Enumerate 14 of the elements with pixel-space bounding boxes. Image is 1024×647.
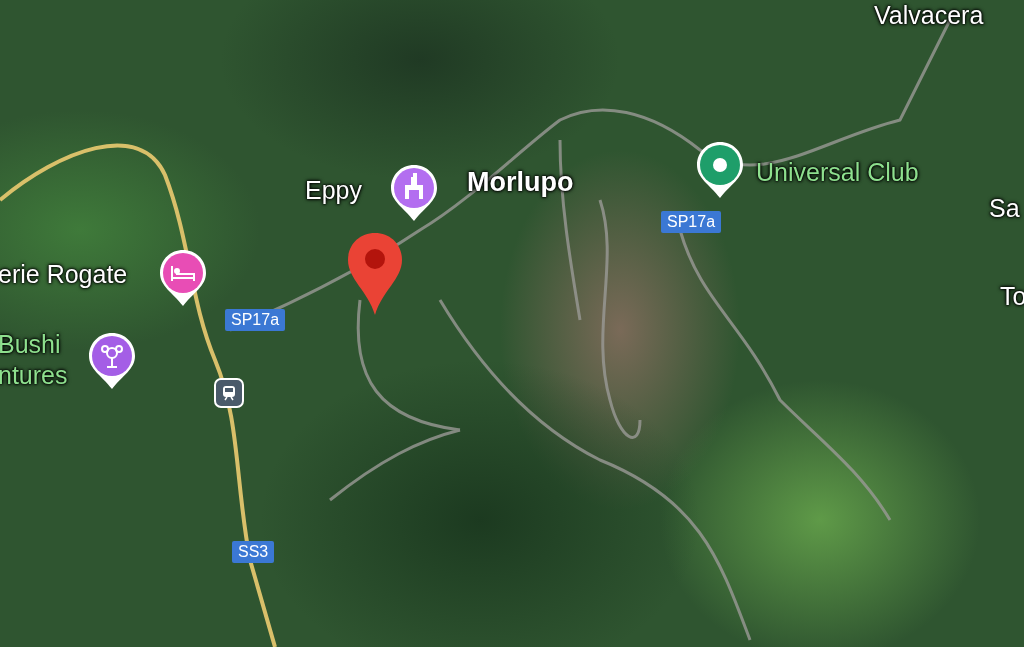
road-number-sign: SP17a [661,211,722,233]
map-label[interactable]: Eppy [305,175,362,206]
road-number-sign: SP17a [225,309,286,331]
place-pin-icon[interactable] [695,140,745,200]
building-icon[interactable] [389,163,439,223]
map-label[interactable]: Universal Club [756,157,919,188]
train-icon[interactable] [214,378,244,408]
map-label[interactable]: Valvacera [874,0,984,31]
map-label[interactable]: Sa [989,193,1020,224]
map-label[interactable]: Morlupo [467,167,574,198]
bed-icon[interactable] [158,248,208,308]
road-number-sign: SS3 [232,541,275,563]
flower-icon[interactable] [87,331,137,391]
map-label[interactable]: Bushi ntures [0,329,78,391]
